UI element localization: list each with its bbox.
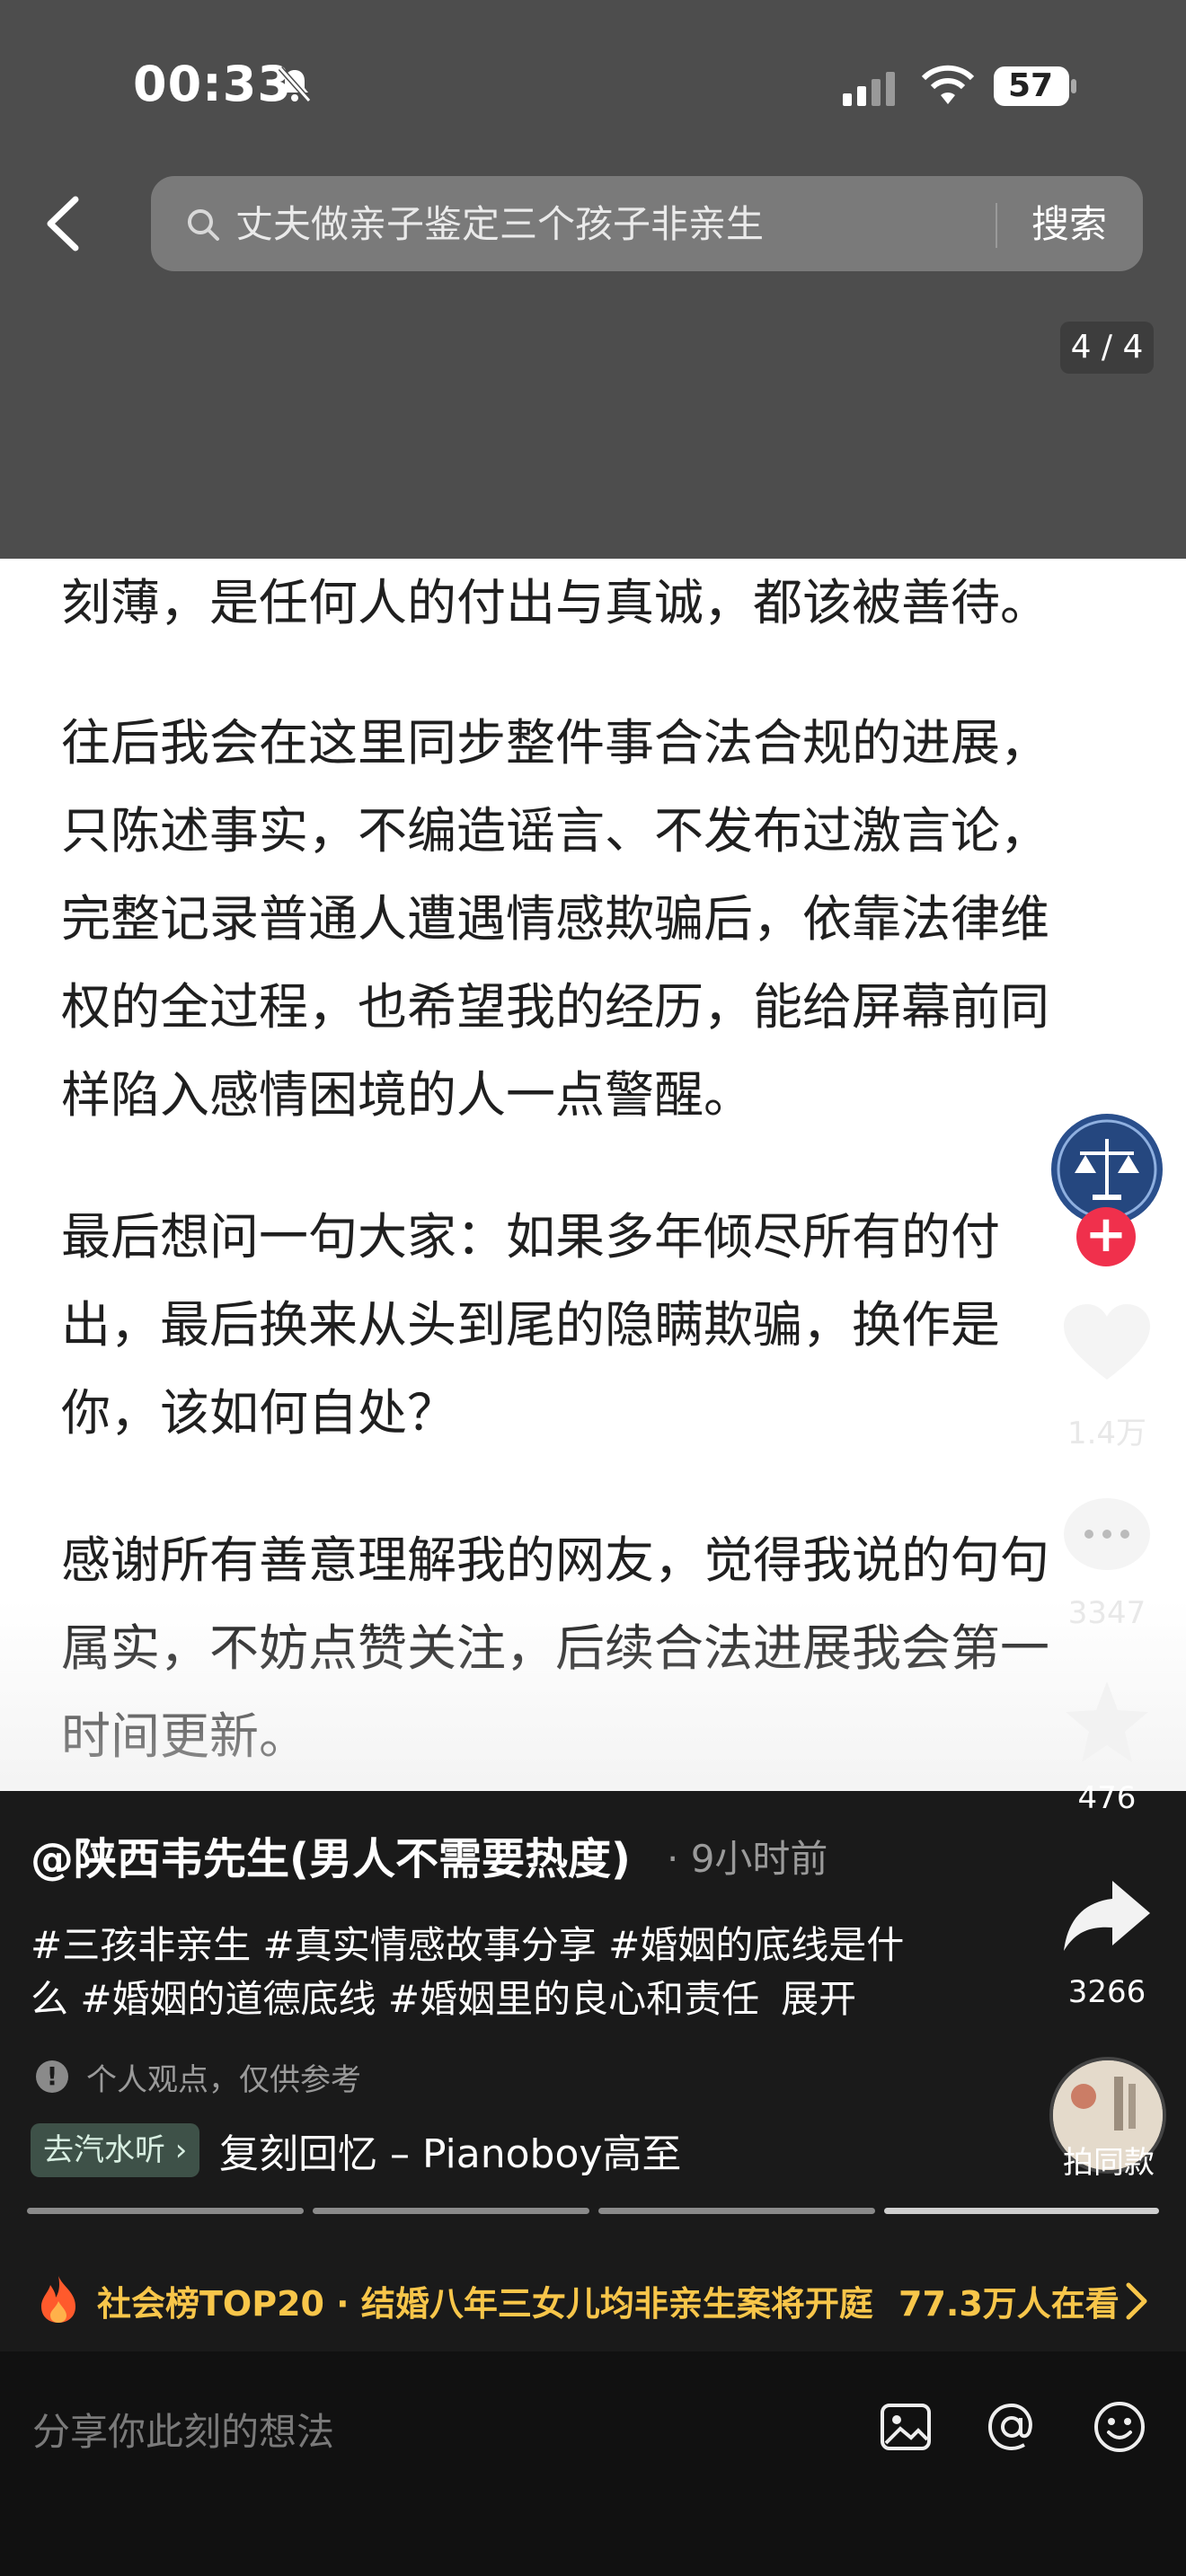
hot-viewers-count: 77.3万人在看 <box>898 2284 1120 2324</box>
article-paragraph-line: 往后我会在这里同步整件事合法合规的进展， <box>61 714 1050 772</box>
comment-icon[interactable] <box>1058 1493 1155 1581</box>
article-paragraph-line: 样陷入感情困境的人一点警醒。 <box>61 1066 754 1124</box>
article-paragraph-line: 属实，不妨点赞关注，后续合法进展我会第一 <box>61 1619 1050 1677</box>
page-indicator: 4 / 4 <box>1060 322 1154 374</box>
chevron-right-icon[interactable] <box>1125 2281 1148 2321</box>
signal-icon <box>843 72 895 106</box>
star-icon[interactable] <box>1058 1678 1155 1766</box>
expand-button[interactable]: 展开 <box>781 1977 856 2021</box>
music-title[interactable]: 复刻回忆 – Pianoboy高至 <box>219 2122 681 2179</box>
disclaimer-text: 个人观点，仅供参考 <box>86 2062 361 2098</box>
comments-count: 3347 <box>1067 1595 1146 1631</box>
likes-count: 1.4万 <box>1067 1416 1147 1451</box>
article-paragraph-line: 出，最后换来从头到尾的隐瞒欺骗，换作是 <box>61 1296 1001 1354</box>
post-tags[interactable]: #三孩非亲生 #真实情感故事分享 #婚姻的底线是什 么 #婚姻的道德底线 #婚姻… <box>31 1919 947 2026</box>
post-time: · 9小时前 <box>667 1837 828 1881</box>
emoji-icon[interactable] <box>1091 2398 1148 2456</box>
article-paragraph-line: 完整记录普通人遭遇情感欺骗后，依靠法律维 <box>61 890 1050 948</box>
music-app-tag[interactable]: 去汽水听 › <box>31 2123 200 2177</box>
image-icon[interactable] <box>877 2398 934 2456</box>
comment-input[interactable]: 分享你此刻的想法 <box>32 2402 334 2457</box>
progress-segment-2 <box>313 2208 589 2214</box>
back-icon[interactable] <box>40 192 84 255</box>
comment-bar <box>0 2351 1186 2576</box>
info-icon: ! <box>36 2060 68 2093</box>
progress-segment-3 <box>598 2208 875 2214</box>
wifi-icon <box>921 65 975 104</box>
status-time: 00:33 <box>133 56 292 112</box>
search-icon <box>188 209 219 241</box>
bell-muted-icon <box>278 66 312 102</box>
hot-topic-text[interactable]: 社会榜TOP20 · 结婚八年三女儿均非亲生案将开庭 <box>97 2276 873 2325</box>
battery-level: 57 <box>1007 67 1054 104</box>
article-paragraph-line: 只陈述事实，不编造谣言、不发布过激言论， <box>61 802 1050 860</box>
search-divider <box>996 203 997 248</box>
progress-segment-4 <box>884 2208 1159 2214</box>
tags-line-2[interactable]: 么 #婚姻的道德底线 #婚姻里的良心和责任 <box>31 1977 759 2021</box>
fire-icon <box>41 2276 75 2323</box>
article-paragraph-line: 你，该如何自处？ <box>61 1384 457 1442</box>
search-button[interactable]: 搜索 <box>1013 199 1125 250</box>
article-paragraph-line: 权的全过程，也希望我的经历，能给屏幕前同 <box>61 978 1050 1036</box>
same-style-button[interactable]: 拍同款 <box>1046 2138 1172 2182</box>
article-paragraph-line: 刻薄，是任何人的付出与真诚，都该被善待。 <box>61 574 1050 631</box>
search-input[interactable]: 丈夫做亲子鉴定三个孩子非亲生 <box>235 199 764 250</box>
share-icon[interactable] <box>1058 1872 1155 1960</box>
favorites-count: 476 <box>1077 1780 1137 1816</box>
tags-line-1[interactable]: #三孩非亲生 #真实情感故事分享 #婚姻的底线是什 <box>31 1919 947 1972</box>
article-paragraph-line: 时间更新。 <box>61 1707 309 1765</box>
author-name[interactable]: @陕西韦先生(男人不需要热度) <box>31 1823 631 1886</box>
heart-icon[interactable] <box>1058 1299 1155 1387</box>
progress-segment-1 <box>27 2208 304 2214</box>
article-paragraph-line: 最后想问一句大家：如果多年倾尽所有的付 <box>61 1208 1001 1266</box>
at-mention-icon[interactable] <box>983 2398 1040 2456</box>
follow-plus-button[interactable]: + <box>1076 1207 1136 1266</box>
article-paragraph-line: 感谢所有善意理解我的网友，觉得我说的句句 <box>61 1531 1050 1589</box>
shares-count: 3266 <box>1067 1974 1146 2010</box>
